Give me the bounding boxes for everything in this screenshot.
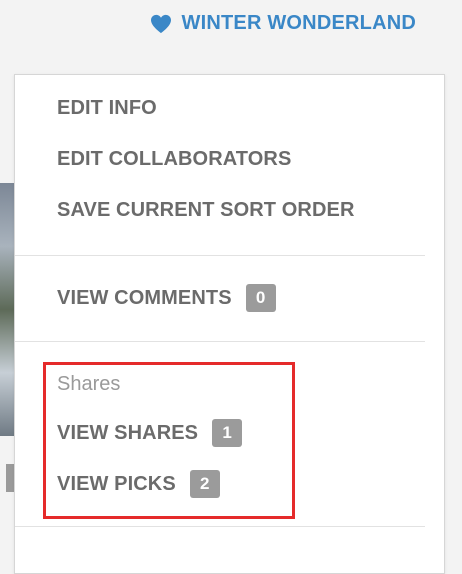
menu-divider — [15, 341, 425, 342]
view-comments-label: VIEW COMMENTS — [57, 286, 232, 309]
edit-info-label: EDIT INFO — [57, 97, 157, 119]
edit-collaborators-item[interactable]: EDIT COLLABORATORS — [57, 148, 291, 171]
menu-divider — [15, 526, 425, 527]
edit-info-item[interactable]: EDIT INFO — [57, 97, 157, 120]
save-sort-order-label: SAVE CURRENT SORT ORDER — [57, 199, 355, 221]
edit-collaborators-label: EDIT COLLABORATORS — [57, 148, 292, 170]
top-bar: WINTER WONDERLAND — [0, 0, 462, 56]
collection-title-link[interactable]: WINTER WONDERLAND — [150, 12, 416, 35]
collection-title: WINTER WONDERLAND — [181, 12, 416, 34]
save-sort-order-item[interactable]: SAVE CURRENT SORT ORDER — [57, 199, 355, 222]
shares-highlight-box — [43, 362, 295, 519]
view-comments-item[interactable]: VIEW COMMENTS 0 — [57, 284, 276, 312]
background-photo — [0, 183, 14, 436]
heart-icon — [150, 14, 171, 33]
comments-count-badge: 0 — [245, 284, 276, 312]
menu-divider — [15, 255, 425, 256]
